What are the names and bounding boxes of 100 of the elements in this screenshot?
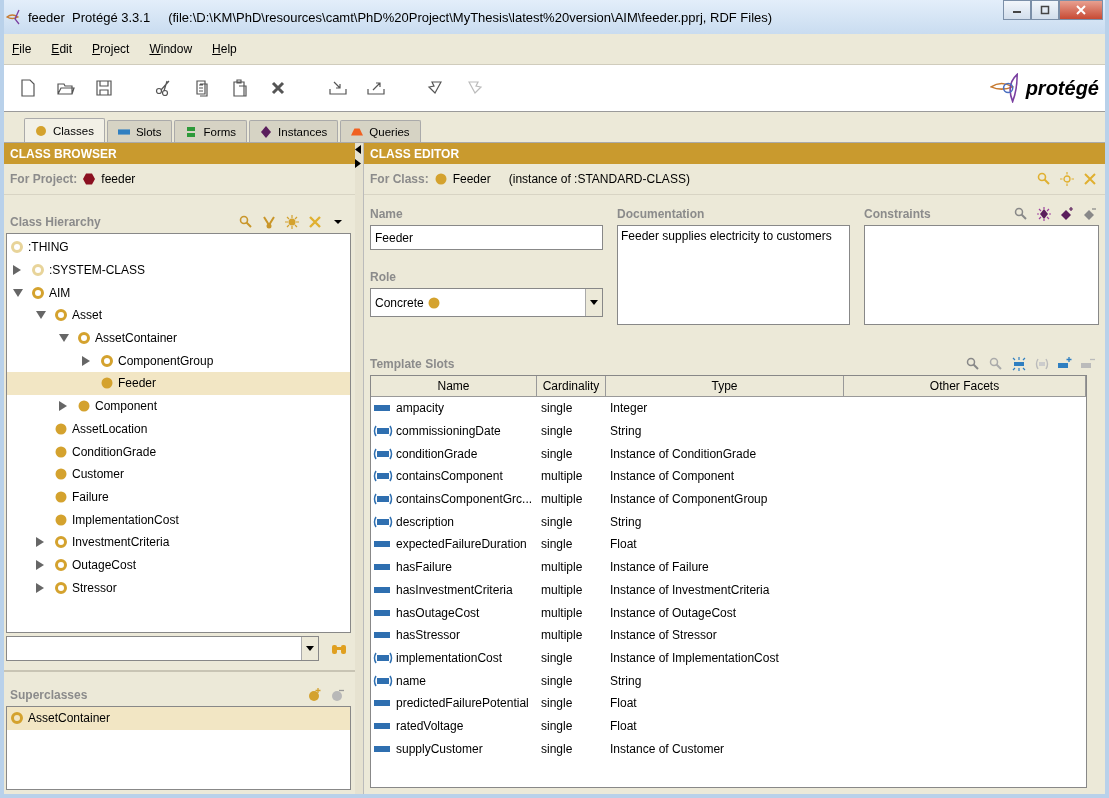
tree-item[interactable]: AIM: [7, 281, 350, 305]
table-cell: implementationCost: [396, 650, 503, 665]
sparkle-icon[interactable]: [1037, 207, 1051, 221]
maximize-button[interactable]: [1031, 0, 1059, 20]
table-cell: name: [396, 673, 427, 688]
tree-item[interactable]: :SYSTEM-CLASS: [7, 258, 350, 282]
field-label: For Project:: [10, 172, 78, 186]
tree-item[interactable]: ComponentGroup: [7, 349, 350, 373]
menu-item[interactable]: Edit: [51, 42, 73, 56]
minimize-button[interactable]: [1003, 0, 1031, 20]
table-cell-text: String: [609, 673, 643, 688]
list-item[interactable]: AssetContainer: [7, 707, 350, 730]
new-file-icon[interactable]: [18, 78, 38, 98]
column-header[interactable]: Other Facets: [844, 376, 1086, 397]
expanded-arrow-icon[interactable]: [13, 288, 23, 297]
collapsed-arrow-icon[interactable]: [36, 582, 44, 593]
tree-item[interactable]: Component: [7, 394, 350, 418]
table-cell-text: Float: [609, 696, 638, 711]
column-header[interactable]: Cardinality: [537, 376, 606, 397]
tree-item[interactable]: Failure: [7, 485, 350, 509]
class-dot-icon: [427, 296, 440, 309]
column-header[interactable]: Type: [606, 376, 844, 397]
collapsed-arrow-icon[interactable]: [36, 559, 44, 570]
add-slot-icon[interactable]: [1058, 357, 1072, 371]
search-icon[interactable]: [1014, 207, 1028, 221]
table-cell-text: String: [609, 424, 643, 439]
table-cell: conditionGrade: [396, 446, 478, 461]
search-combo-field[interactable]: [6, 636, 319, 661]
class-ring-icon: [55, 536, 67, 549]
file-path: (file:\D:\KM\PhD\resources\camt\PhD%20Project\MyThesis\latest%20version\AIM\feeder.pprj, RDF Files): [168, 9, 773, 25]
menu-item[interactable]: Window: [149, 42, 193, 56]
close-button[interactable]: [1059, 0, 1103, 20]
remove-superclass-icon[interactable]: [331, 688, 345, 702]
save-icon[interactable]: [94, 78, 114, 98]
menu-item[interactable]: Project: [92, 42, 130, 56]
tree-item[interactable]: OutageCost: [7, 553, 350, 577]
tree-item[interactable]: ConditionGrade: [7, 440, 350, 463]
expanded-arrow-icon[interactable]: [36, 311, 46, 320]
table-cell-text: single: [540, 424, 574, 439]
class-ring-icon: [78, 332, 90, 345]
section-label: Superclasses: [10, 688, 88, 702]
table-cell-text: single: [540, 446, 574, 461]
search-icon[interactable]: [966, 357, 980, 371]
tree-item[interactable]: AssetContainer: [7, 326, 350, 350]
inherited-slot-icon: [373, 651, 393, 664]
remove-diamond-icon[interactable]: [1083, 207, 1097, 221]
menu-item[interactable]: File: [12, 42, 32, 56]
tab[interactable]: Instances: [249, 120, 339, 142]
field-label: For Class:: [370, 172, 429, 186]
menu-item[interactable]: Help: [212, 42, 237, 56]
collapsed-arrow-icon[interactable]: [59, 401, 67, 412]
table-cell: supplyCustomer: [396, 741, 483, 756]
role-dropdown[interactable]: Concrete: [370, 288, 603, 317]
documentation-field[interactable]: Feeder supplies electricity to customers: [617, 225, 850, 325]
table-cell: commissioningDate: [396, 424, 501, 439]
table-cell-text: multiple: [540, 628, 584, 643]
tree-item[interactable]: Customer: [7, 462, 350, 486]
table-cell: containsComponent: [396, 469, 503, 484]
table-cell-text: Float: [609, 537, 638, 552]
column-header[interactable]: Name: [371, 376, 537, 397]
collapsed-arrow-icon[interactable]: [82, 355, 90, 366]
class-ring-icon: [55, 309, 67, 322]
expanded-arrow-icon[interactable]: [59, 334, 69, 343]
splitter-arrows-icon[interactable]: [355, 145, 361, 169]
table-cell-text: multiple: [540, 560, 584, 575]
tree-item[interactable]: ImplementationCost: [7, 508, 350, 531]
class-dot-icon: [55, 422, 67, 435]
paste-icon[interactable]: [230, 78, 250, 98]
caret-icon: [590, 300, 598, 305]
collapsed-arrow-icon[interactable]: [13, 265, 21, 276]
field-label: Constraints: [864, 207, 931, 221]
class-dot-icon: [101, 377, 113, 390]
class-ring-icon: [32, 286, 44, 299]
tree-item[interactable]: AssetLocation: [7, 417, 350, 441]
app-logo-icon: [6, 9, 22, 25]
table-cell-text: Instance of Customer: [609, 741, 726, 756]
field-label: Name: [370, 207, 404, 221]
field-label: Documentation: [617, 207, 706, 221]
tab[interactable]: Queries: [340, 120, 421, 142]
collapsed-arrow-icon[interactable]: [36, 537, 44, 548]
close-icon: [1076, 5, 1086, 15]
tree-item[interactable]: Asset: [7, 304, 350, 327]
section-label: Template Slots: [370, 357, 455, 371]
instance-of-text: (instance of :STANDARD-CLASS): [508, 172, 690, 186]
tab[interactable]: Forms: [174, 120, 248, 142]
tree-item[interactable]: InvestmentCriteria: [7, 530, 350, 554]
constraints-field[interactable]: [864, 225, 1099, 325]
tree-item[interactable]: Feeder: [7, 372, 350, 395]
name-field[interactable]: Feeder: [370, 225, 603, 250]
tab[interactable]: Slots: [106, 120, 173, 142]
tree-item[interactable]: Stressor: [7, 576, 350, 599]
hexagon-icon: [83, 173, 96, 185]
table-cell: hasStressor: [396, 628, 461, 643]
diamond-icon: [260, 125, 273, 138]
add-diamond-icon[interactable]: [1060, 207, 1074, 221]
tree-item[interactable]: :THING: [7, 236, 350, 259]
tab[interactable]: Classes: [24, 118, 105, 142]
table-cell: hasInvestmentCriteria: [396, 582, 513, 597]
section-label: Class Hierarchy: [10, 215, 101, 229]
table-cell: containsComponentGrc...: [396, 492, 533, 507]
